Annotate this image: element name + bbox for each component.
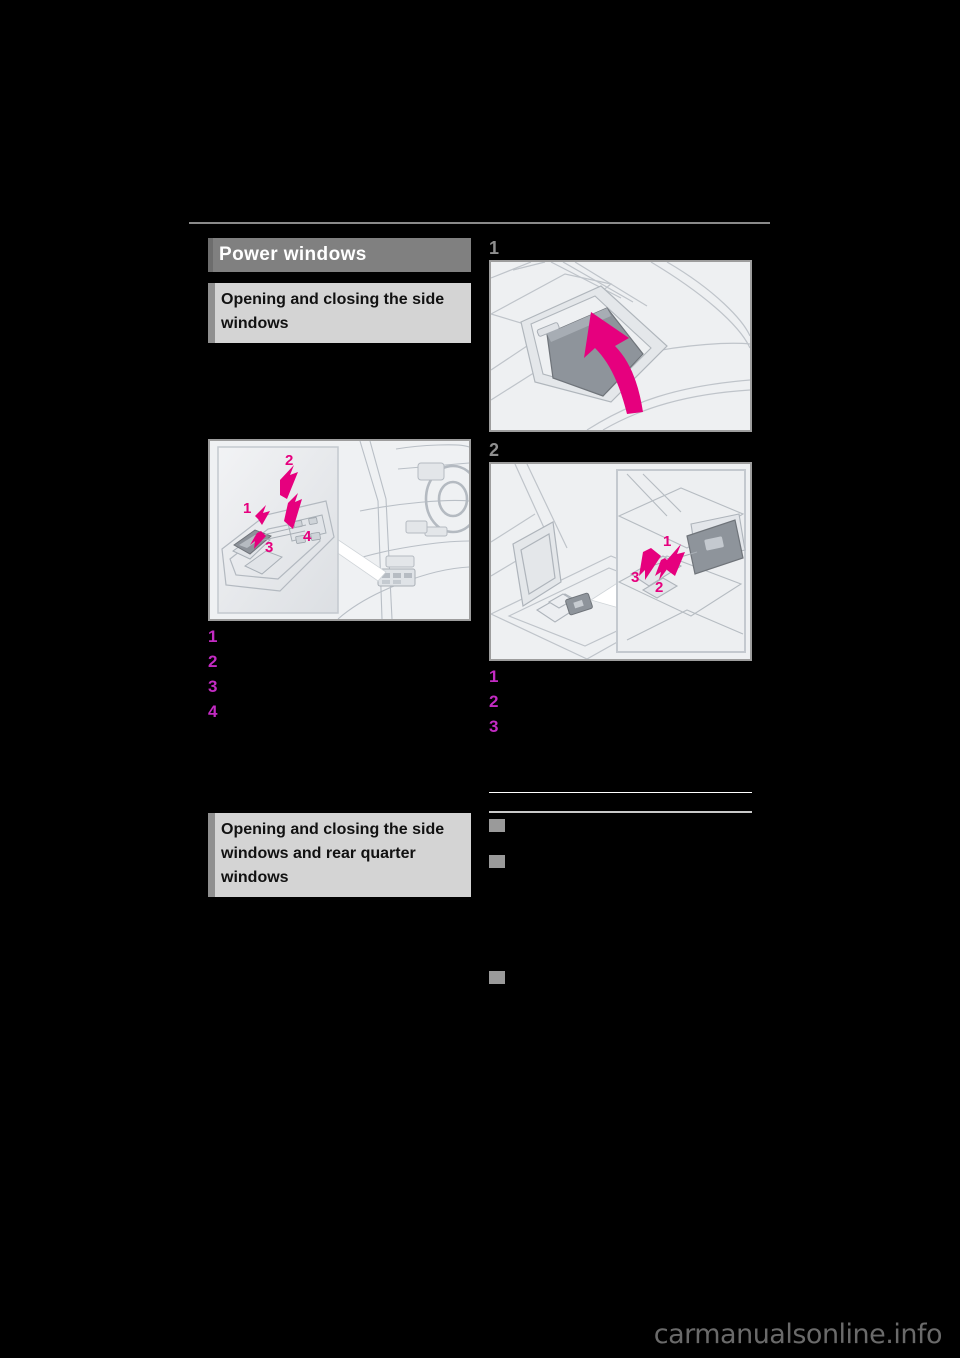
square-bullet-icon [489,819,505,832]
list-item: 2 [489,692,753,717]
subsection-heading-block-2: Opening and closing the side windows and… [208,813,471,897]
body-text-block-4 [489,832,753,852]
figure-console-lid-open [489,260,752,432]
list-item: 1 [489,667,753,692]
step-number: 1 [208,627,218,646]
bullet-row-1 [489,852,753,868]
bullet-row-2 [489,968,753,984]
section-heading-block: Power windows [208,238,472,272]
figure-callout-1: 1 [663,533,671,550]
step-number: 3 [489,717,499,736]
left-step-list: 1 2 3 4 [208,627,472,727]
square-bullet-icon [489,971,505,984]
figure-callout-4: 4 [303,528,312,545]
list-item: 2 [208,652,472,677]
step-number: 2 [489,692,499,711]
right-column: 1 2 1 2 3 1 2 3 [489,238,753,984]
section-heading-power-windows: Power windows [208,238,471,272]
step-marker-2: 2 [489,440,500,460]
square-bullet-icon [489,855,505,868]
step-number: 4 [208,702,218,721]
step-number: 3 [208,677,218,696]
figure-callout-3: 3 [631,569,639,586]
subsection-heading-rear-quarter-windows: Opening and closing the side windows and… [208,813,471,897]
step-number: 2 [208,652,218,671]
list-item: 3 [489,717,753,742]
right-step-list: 1 2 3 [489,667,753,742]
section-title-row [489,816,753,832]
figure-callout-1: 1 [243,500,251,517]
subheading-accent-bar [208,283,215,343]
watermark-carmanualsonline: carmanualsonline.info [653,1319,943,1350]
body-text-block-1 [208,353,472,439]
section-divider-white [489,792,752,793]
figure-callout-3: 3 [265,539,273,556]
subsection-heading-side-windows: Opening and closing the side windows [208,283,471,343]
list-item: 3 [208,677,472,702]
page-top-rule [189,222,770,224]
step-number: 1 [489,667,499,686]
list-item: 4 [208,702,472,727]
body-text-block-5 [489,868,753,968]
list-item: 1 [208,627,472,652]
subsection-heading-block-1: Opening and closing the side windows [208,283,471,343]
subheading-accent-bar [208,813,215,897]
section-divider-gray [489,811,752,813]
left-column: Power windows Opening and closing the si… [208,238,472,907]
figure-callout-2: 2 [285,452,293,469]
body-text-block-3 [489,742,753,792]
step-marker-1: 1 [489,238,500,258]
figure-driver-window-switches: 1 2 3 4 [208,439,471,621]
figure-callout-2: 2 [655,579,663,596]
manual-page: Power windows Opening and closing the si… [0,0,960,1358]
body-text-block-2 [208,727,472,813]
figure-rear-console-switch: 1 2 3 [489,462,752,661]
heading-accent-bar [208,238,213,272]
